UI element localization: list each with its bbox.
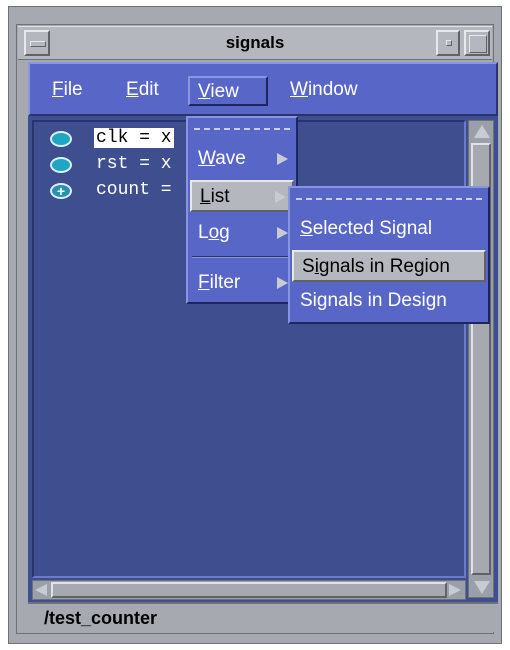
signal-row-count[interactable]: + count =	[42, 180, 172, 202]
menu-window[interactable]: Window	[282, 76, 366, 106]
list-submenu-tearoff[interactable]	[296, 198, 482, 200]
menu-view-mnemonic: V	[198, 81, 211, 102]
menu-file-label: ile	[63, 79, 83, 100]
view-menu-item-filter[interactable]: Filter	[190, 268, 294, 300]
window-title: signals	[225, 33, 285, 52]
menu-file[interactable]: File	[44, 76, 91, 106]
view-menu-separator	[192, 256, 292, 258]
minimize-button[interactable]	[436, 30, 460, 56]
menu-window-mnemonic: W	[290, 79, 308, 100]
maximize-button[interactable]	[464, 30, 490, 56]
signal-icon	[50, 131, 72, 147]
signal-icon	[50, 157, 72, 173]
menu-file-mnemonic: F	[52, 79, 64, 100]
view-menu-item-log[interactable]: Log	[190, 218, 294, 250]
list-submenu: Selected Signal Signals in Region Signal…	[288, 186, 490, 324]
menu-bar: File Edit View Window	[28, 62, 498, 116]
view-menu-item-wave[interactable]: Wave	[190, 144, 294, 176]
signal-row-clk[interactable]: clk = x	[42, 128, 174, 150]
scroll-up-arrow-icon[interactable]	[474, 125, 490, 138]
submenu-item-selected-signal[interactable]: Selected Signal	[292, 214, 486, 246]
menu-edit-mnemonic: E	[126, 79, 139, 100]
scroll-down-arrow-icon[interactable]	[474, 581, 490, 594]
cascade-arrow-icon	[277, 227, 288, 239]
signal-label: rst = x	[96, 154, 172, 174]
cascade-arrow-icon	[275, 191, 286, 203]
current-region: /test_counter	[44, 608, 158, 628]
menu-edit-label: dit	[138, 79, 159, 100]
scroll-right-arrow-icon[interactable]	[449, 584, 461, 596]
scroll-left-arrow-icon[interactable]	[35, 584, 47, 596]
menu-edit[interactable]: Edit	[118, 76, 167, 106]
expand-plus-icon[interactable]: +	[50, 183, 72, 199]
view-menu-tearoff[interactable]	[194, 128, 290, 130]
menu-view-label: iew	[210, 81, 239, 102]
title-bar[interactable]: signals	[18, 26, 492, 60]
horizontal-scroll-thumb[interactable]	[51, 582, 447, 598]
horizontal-scrollbar[interactable]	[32, 580, 466, 600]
menu-view[interactable]: View	[188, 76, 268, 106]
status-bar: /test_counter	[28, 602, 498, 632]
cascade-arrow-icon	[277, 277, 288, 289]
cascade-arrow-icon	[277, 153, 288, 165]
submenu-item-signals-in-design[interactable]: Signals in Design	[292, 286, 486, 318]
signal-label: clk = x	[94, 128, 174, 148]
menu-window-label: indow	[307, 79, 358, 100]
submenu-item-signals-in-region[interactable]: Signals in Region	[292, 250, 486, 282]
view-menu: Wave List Log Filter	[186, 116, 298, 304]
view-menu-item-list[interactable]: List	[190, 180, 294, 212]
signal-label: count =	[96, 180, 172, 200]
signal-row-rst[interactable]: rst = x	[42, 154, 172, 176]
